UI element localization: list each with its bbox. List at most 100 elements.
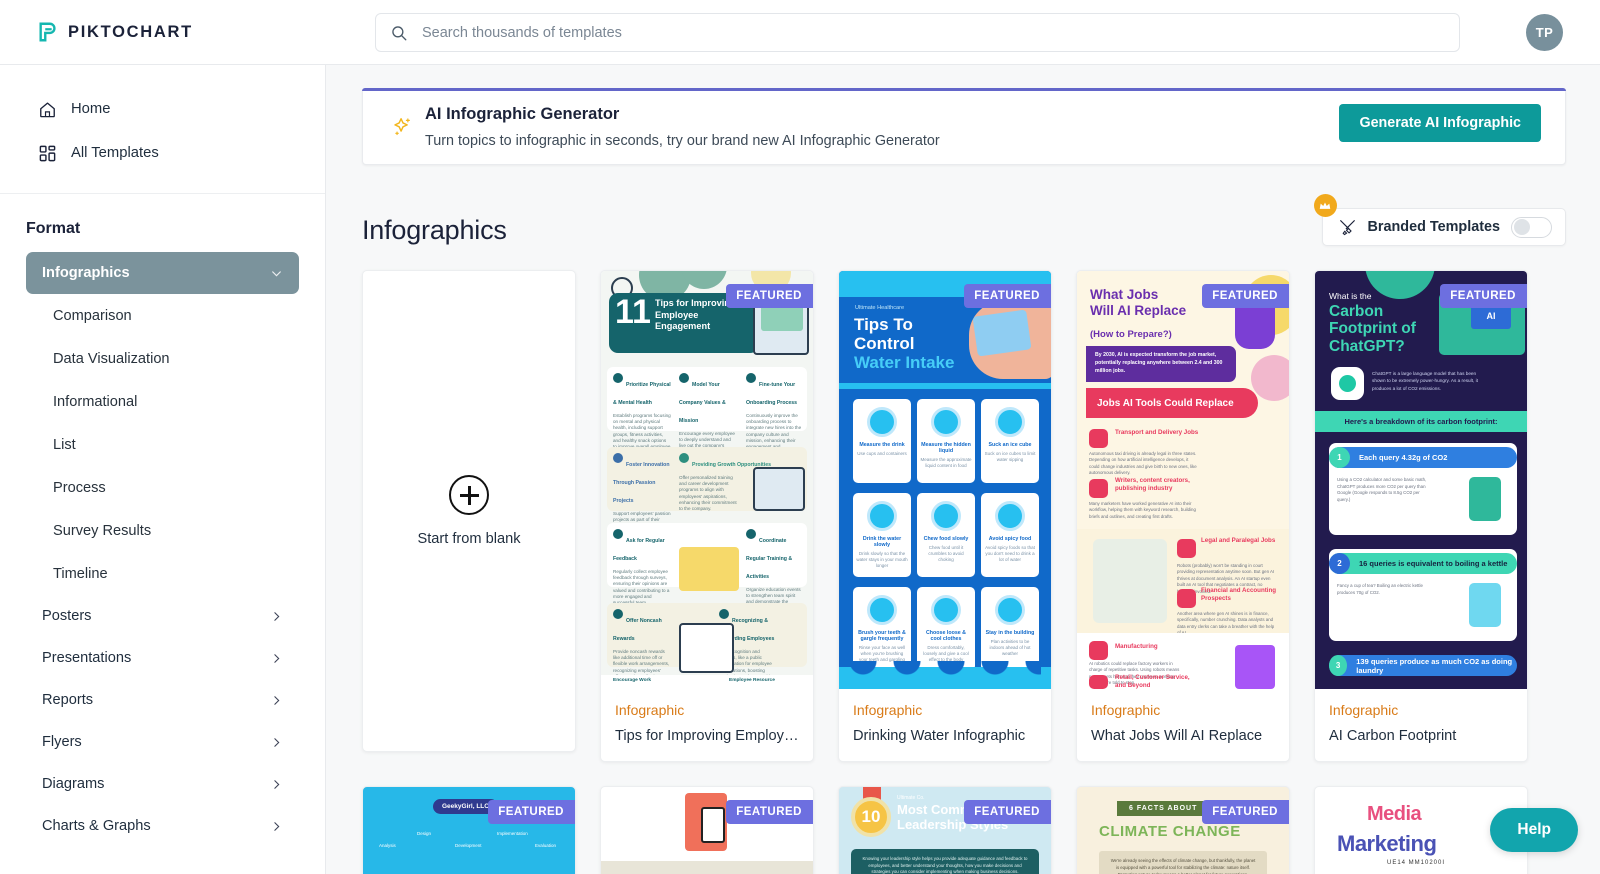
- building-icon: [995, 595, 1025, 625]
- thumb-row-body: Using a CO2 calculator and some basic ma…: [1337, 477, 1427, 502]
- thumb-stat: By 2030, AI is expected transform the jo…: [1095, 352, 1223, 374]
- thumb-desc: ChatGPT is a large language model that h…: [1372, 371, 1478, 391]
- thumb-item-heading: Transport and Delivery Jobs: [1115, 429, 1199, 436]
- thumb-item-heading: Financial and Accounting Prospects: [1201, 587, 1277, 603]
- card-meta: Infographic Tips for Improving Employ…: [601, 689, 813, 761]
- sidebar-item-survey-results-label: Survey Results: [53, 522, 152, 539]
- chevron-right-icon: [270, 652, 283, 665]
- branded-templates-control: Branded Templates: [1313, 194, 1566, 246]
- thumb-item-heading: Prioritize Physical & Mental Health: [613, 382, 671, 406]
- template-card[interactable]: GeekyGirl, LLC Analysis Design Developme…: [362, 786, 576, 874]
- sidebar-group-presentations[interactable]: Presentations: [26, 637, 299, 679]
- thumb-title-2: Will AI Replace: [1090, 303, 1187, 319]
- template-card[interactable]: 11 Tips for Improving Employee Engagemen…: [600, 270, 814, 762]
- branded-templates-pill[interactable]: Branded Templates: [1321, 208, 1566, 246]
- sidebar-item-comparison[interactable]: Comparison: [0, 294, 325, 337]
- sidebar-item-data-visualization[interactable]: Data Visualization: [0, 337, 325, 380]
- chevron-right-icon: [270, 694, 283, 707]
- thumb-pre: What is the: [1329, 291, 1372, 301]
- thumb-subtitle: (How to Prepare?): [1090, 329, 1172, 340]
- thumb-item-heading: Offer Noncash Rewards: [613, 618, 662, 642]
- template-card[interactable]: 6 FACTS ABOUT CLIMATE CHANGE We're alrea…: [1076, 786, 1290, 874]
- chevron-down-icon: [270, 267, 283, 280]
- thumb-desc: Knowing your leadership style helps you …: [862, 856, 1028, 874]
- thumbnail-art: What is the Carbon Footprint of ChatGPT?…: [1315, 271, 1527, 689]
- sidebar-item-home[interactable]: Home: [0, 87, 325, 131]
- avatar-initials: TP: [1535, 25, 1554, 40]
- card-start-from-blank[interactable]: Start from blank: [362, 270, 576, 752]
- search-bar[interactable]: [375, 13, 1460, 52]
- thumb-tile-body: Measure the approximate liquid content i…: [920, 457, 972, 468]
- template-card[interactable]: What is the Carbon Footprint of ChatGPT?…: [1314, 270, 1528, 762]
- thumb-tile-body: Suck on ice cubes to limit water sipping: [984, 451, 1036, 462]
- template-card[interactable]: What Jobs Will AI Replace (How to Prepar…: [1076, 270, 1290, 762]
- thumb-title-2: Marketing: [1337, 831, 1437, 856]
- sidebar-item-survey-results[interactable]: Survey Results: [0, 509, 325, 552]
- card-type: Infographic: [1091, 702, 1161, 718]
- brush-icon: [1338, 218, 1357, 237]
- thumb-item-body: Autonomous taxi driving is already legal…: [1089, 451, 1197, 476]
- thumb-tile-heading: Stay in the building: [985, 630, 1035, 636]
- card-meta: Infographic AI Carbon Footprint: [1315, 689, 1527, 761]
- sidebar-item-informational[interactable]: Informational: [0, 380, 325, 423]
- thumb-title-1: Carbon: [1329, 303, 1384, 320]
- template-grid-row-1: Start from blank 11 Tips for Improving E…: [362, 270, 1566, 762]
- piktochart-templates-page: PIKTOCHART TP: [0, 0, 1600, 874]
- template-card[interactable]: Ultimate Healthcare Tips To Control Wate…: [838, 270, 1052, 762]
- thumb-item-heading: Model Your Company Values & Mission: [679, 382, 726, 424]
- sidebar-item-timeline[interactable]: Timeline: [0, 552, 325, 595]
- thumb-title-3: ChatGPT?: [1329, 337, 1405, 355]
- clothes-icon: [931, 595, 961, 625]
- card-type: Infographic: [1329, 702, 1399, 718]
- thumb-row-number: 1: [1329, 447, 1350, 468]
- thumb-tile-body: Avoid spicy foods so that you don't need…: [985, 545, 1035, 562]
- thumb-tile-body: Chew food until it crumbles to avoid cho…: [928, 545, 964, 562]
- thumb-tile-body: Plan activities to be indoors ahead of h…: [989, 639, 1031, 656]
- piktochart-logo-icon: [37, 21, 59, 43]
- sidebar-group-posters[interactable]: Posters: [26, 595, 299, 637]
- generate-ai-infographic-button[interactable]: Generate AI Infographic: [1339, 104, 1541, 142]
- thumb-item-heading: Manufacturing: [1115, 643, 1158, 650]
- featured-badge: FEATURED: [488, 800, 575, 824]
- thumb-brand: Ultimate Co.: [897, 795, 925, 801]
- brand-logo[interactable]: PIKTOCHART: [37, 21, 193, 43]
- template-card[interactable]: 10 Ultimate Co. Most Common Leadership S…: [838, 786, 1052, 874]
- thumb-band: Here's a breakdown of its carbon footpri…: [1344, 417, 1498, 426]
- avatar[interactable]: TP: [1526, 14, 1563, 51]
- thumb-title-1: Tips To: [854, 315, 913, 334]
- thumb-brand: Ultimate Healthcare: [855, 305, 905, 311]
- section-header: Infographics Branded Templates: [362, 194, 1566, 246]
- help-button[interactable]: Help: [1490, 808, 1578, 852]
- banner-title: AI Infographic Generator: [425, 104, 620, 123]
- spicy-food-icon: [995, 501, 1025, 531]
- sidebar-item-list[interactable]: List: [0, 423, 325, 466]
- search-input[interactable]: [422, 14, 1445, 51]
- sidebar-group-reports-label: Reports: [42, 692, 94, 708]
- thumb-tick: Analysis: [379, 843, 396, 848]
- sidebar-item-all-templates[interactable]: All Templates: [0, 131, 325, 175]
- thumb-row-heading: 16 queries is equivalent to boiling a ke…: [1359, 559, 1508, 568]
- thumb-tick: Development: [455, 843, 482, 848]
- chevron-right-icon: [270, 778, 283, 791]
- sidebar-group-infographics[interactable]: Infographics: [26, 252, 299, 294]
- card-title: Drinking Water Infographic: [853, 728, 1026, 744]
- sidebar-group-flyers[interactable]: Flyers: [26, 721, 299, 763]
- template-card[interactable]: The 5 Types of FEATURED: [600, 786, 814, 874]
- main-content: AI Infographic Generator Turn topics to …: [326, 65, 1600, 874]
- branded-templates-toggle[interactable]: [1511, 216, 1552, 238]
- thumb-item-heading: Legal and Paralegal Jobs: [1201, 537, 1276, 544]
- sidebar-group-charts-graphs[interactable]: Charts & Graphs: [26, 805, 299, 847]
- thumb-tick: Implementation: [497, 831, 528, 836]
- sidebar-group-diagrams[interactable]: Diagrams: [26, 763, 299, 805]
- thumb-code: UE14 MM10200I: [1387, 860, 1446, 866]
- sidebar-group-charts-graphs-label: Charts & Graphs: [42, 818, 151, 834]
- thumb-row-body: Fancy a cup of tea? Boiling an electric …: [1337, 583, 1423, 595]
- sidebar-item-process[interactable]: Process: [0, 466, 325, 509]
- featured-badge: FEATURED: [964, 800, 1051, 824]
- sidebar-group-reports[interactable]: Reports: [26, 679, 299, 721]
- thumb-headline: CLIMATE CHANGE: [1099, 823, 1241, 840]
- thumb-tile-heading: Chew food slowly: [923, 536, 969, 542]
- chevron-right-icon: [270, 820, 283, 833]
- thumb-item-heading: Writers, content creators, publishing in…: [1115, 477, 1190, 493]
- thumb-number: 11: [615, 293, 651, 331]
